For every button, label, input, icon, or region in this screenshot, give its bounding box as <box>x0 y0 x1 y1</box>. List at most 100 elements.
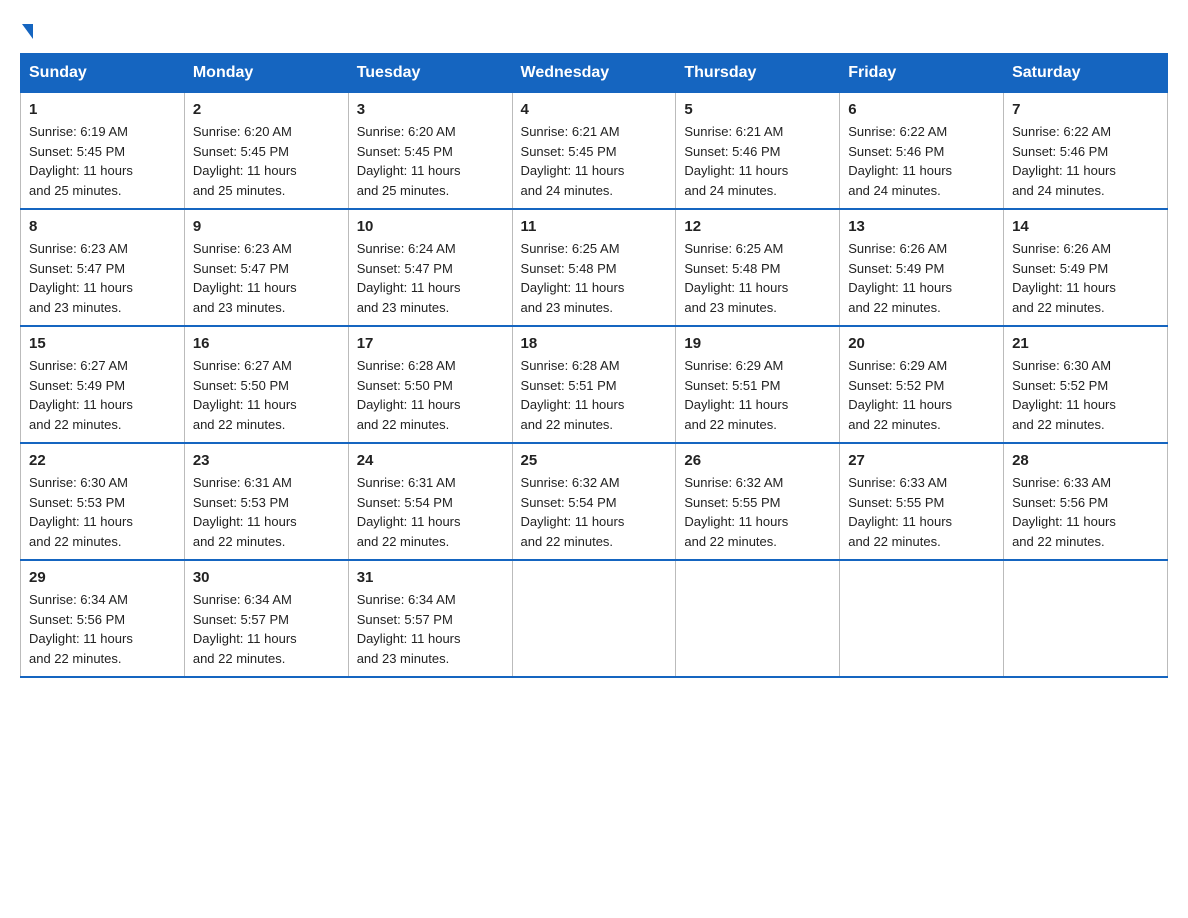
day-info: Sunrise: 6:21 AMSunset: 5:45 PMDaylight:… <box>521 122 668 200</box>
day-info: Sunrise: 6:31 AMSunset: 5:54 PMDaylight:… <box>357 473 504 551</box>
header-thursday: Thursday <box>676 54 840 93</box>
day-info: Sunrise: 6:30 AMSunset: 5:53 PMDaylight:… <box>29 473 176 551</box>
day-info: Sunrise: 6:19 AMSunset: 5:45 PMDaylight:… <box>29 122 176 200</box>
logo <box>20 20 33 33</box>
day-number: 18 <box>521 335 668 352</box>
calendar-cell: 17 Sunrise: 6:28 AMSunset: 5:50 PMDayligh… <box>348 326 512 443</box>
day-number: 31 <box>357 569 504 586</box>
day-number: 1 <box>29 101 176 118</box>
day-number: 14 <box>1012 218 1159 235</box>
day-number: 12 <box>684 218 831 235</box>
day-info: Sunrise: 6:27 AMSunset: 5:49 PMDaylight:… <box>29 356 176 434</box>
day-info: Sunrise: 6:26 AMSunset: 5:49 PMDaylight:… <box>848 239 995 317</box>
day-info: Sunrise: 6:20 AMSunset: 5:45 PMDaylight:… <box>193 122 340 200</box>
calendar-header-row: Sunday Monday Tuesday Wednesday Thursday… <box>21 54 1168 93</box>
calendar-cell: 8Sunrise: 6:23 AMSunset: 5:47 PMDaylight… <box>21 209 185 326</box>
calendar-cell: 29Sunrise: 6:34 AMSunset: 5:56 PMDayligh… <box>21 560 185 677</box>
calendar-cell: 31 Sunrise: 6:34 AMSunset: 5:57 PMDayligh… <box>348 560 512 677</box>
day-info: Sunrise: 6:21 AMSunset: 5:46 PMDaylight:… <box>684 122 831 200</box>
day-info: Sunrise: 6:27 AMSunset: 5:50 PMDaylight:… <box>193 356 340 434</box>
calendar-cell: 10 Sunrise: 6:24 AMSunset: 5:47 PMDayligh… <box>348 209 512 326</box>
calendar-cell: 4 Sunrise: 6:21 AMSunset: 5:45 PMDaylight… <box>512 93 676 210</box>
day-number: 11 <box>521 218 668 235</box>
page-header <box>20 20 1168 33</box>
header-tuesday: Tuesday <box>348 54 512 93</box>
day-info: Sunrise: 6:28 AMSunset: 5:50 PMDaylight:… <box>357 356 504 434</box>
calendar-table: Sunday Monday Tuesday Wednesday Thursday… <box>20 53 1168 678</box>
day-number: 27 <box>848 452 995 469</box>
calendar-cell: 16 Sunrise: 6:27 AMSunset: 5:50 PMDayligh… <box>184 326 348 443</box>
header-sunday: Sunday <box>21 54 185 93</box>
calendar-cell <box>840 560 1004 677</box>
calendar-cell: 26 Sunrise: 6:32 AMSunset: 5:55 PMDayligh… <box>676 443 840 560</box>
day-info: Sunrise: 6:29 AMSunset: 5:51 PMDaylight:… <box>684 356 831 434</box>
day-number: 22 <box>29 452 176 469</box>
day-info: Sunrise: 6:22 AMSunset: 5:46 PMDaylight:… <box>848 122 995 200</box>
day-info: Sunrise: 6:24 AMSunset: 5:47 PMDaylight:… <box>357 239 504 317</box>
day-number: 19 <box>684 335 831 352</box>
header-saturday: Saturday <box>1004 54 1168 93</box>
calendar-cell: 25Sunrise: 6:32 AMSunset: 5:54 PMDayligh… <box>512 443 676 560</box>
day-number: 26 <box>684 452 831 469</box>
day-number: 16 <box>193 335 340 352</box>
calendar-cell: 18 Sunrise: 6:28 AMSunset: 5:51 PMDayligh… <box>512 326 676 443</box>
day-number: 15 <box>29 335 176 352</box>
day-number: 24 <box>357 452 504 469</box>
calendar-week-row: 15 Sunrise: 6:27 AMSunset: 5:49 PMDayligh… <box>21 326 1168 443</box>
calendar-cell: 22 Sunrise: 6:30 AMSunset: 5:53 PMDayligh… <box>21 443 185 560</box>
day-info: Sunrise: 6:31 AMSunset: 5:53 PMDaylight:… <box>193 473 340 551</box>
day-info: Sunrise: 6:26 AMSunset: 5:49 PMDaylight:… <box>1012 239 1159 317</box>
day-info: Sunrise: 6:33 AMSunset: 5:56 PMDaylight:… <box>1012 473 1159 551</box>
header-monday: Monday <box>184 54 348 93</box>
calendar-cell <box>1004 560 1168 677</box>
logo-arrow-icon <box>22 24 33 39</box>
day-number: 6 <box>848 101 995 118</box>
day-number: 17 <box>357 335 504 352</box>
day-number: 10 <box>357 218 504 235</box>
calendar-cell: 1 Sunrise: 6:19 AMSunset: 5:45 PMDaylight… <box>21 93 185 210</box>
calendar-week-row: 29Sunrise: 6:34 AMSunset: 5:56 PMDayligh… <box>21 560 1168 677</box>
day-info: Sunrise: 6:34 AMSunset: 5:56 PMDaylight:… <box>29 590 176 668</box>
calendar-cell: 9 Sunrise: 6:23 AMSunset: 5:47 PMDaylight… <box>184 209 348 326</box>
header-wednesday: Wednesday <box>512 54 676 93</box>
calendar-cell: 14 Sunrise: 6:26 AMSunset: 5:49 PMDayligh… <box>1004 209 1168 326</box>
day-info: Sunrise: 6:28 AMSunset: 5:51 PMDaylight:… <box>521 356 668 434</box>
calendar-cell: 6 Sunrise: 6:22 AMSunset: 5:46 PMDaylight… <box>840 93 1004 210</box>
calendar-cell: 20Sunrise: 6:29 AMSunset: 5:52 PMDayligh… <box>840 326 1004 443</box>
calendar-cell <box>512 560 676 677</box>
calendar-cell: 21Sunrise: 6:30 AMSunset: 5:52 PMDayligh… <box>1004 326 1168 443</box>
calendar-cell: 30 Sunrise: 6:34 AMSunset: 5:57 PMDayligh… <box>184 560 348 677</box>
calendar-cell: 19 Sunrise: 6:29 AMSunset: 5:51 PMDayligh… <box>676 326 840 443</box>
day-number: 25 <box>521 452 668 469</box>
day-number: 2 <box>193 101 340 118</box>
day-number: 20 <box>848 335 995 352</box>
calendar-cell: 27 Sunrise: 6:33 AMSunset: 5:55 PMDayligh… <box>840 443 1004 560</box>
day-info: Sunrise: 6:20 AMSunset: 5:45 PMDaylight:… <box>357 122 504 200</box>
day-info: Sunrise: 6:30 AMSunset: 5:52 PMDaylight:… <box>1012 356 1159 434</box>
day-number: 5 <box>684 101 831 118</box>
day-number: 28 <box>1012 452 1159 469</box>
day-number: 30 <box>193 569 340 586</box>
calendar-cell: 11Sunrise: 6:25 AMSunset: 5:48 PMDayligh… <box>512 209 676 326</box>
calendar-cell: 3Sunrise: 6:20 AMSunset: 5:45 PMDaylight… <box>348 93 512 210</box>
day-info: Sunrise: 6:23 AMSunset: 5:47 PMDaylight:… <box>29 239 176 317</box>
calendar-cell: 12 Sunrise: 6:25 AMSunset: 5:48 PMDayligh… <box>676 209 840 326</box>
day-number: 9 <box>193 218 340 235</box>
calendar-cell: 28 Sunrise: 6:33 AMSunset: 5:56 PMDayligh… <box>1004 443 1168 560</box>
day-info: Sunrise: 6:25 AMSunset: 5:48 PMDaylight:… <box>684 239 831 317</box>
day-number: 7 <box>1012 101 1159 118</box>
day-info: Sunrise: 6:34 AMSunset: 5:57 PMDaylight:… <box>193 590 340 668</box>
calendar-week-row: 1 Sunrise: 6:19 AMSunset: 5:45 PMDaylight… <box>21 93 1168 210</box>
day-number: 4 <box>521 101 668 118</box>
day-info: Sunrise: 6:34 AMSunset: 5:57 PMDaylight:… <box>357 590 504 668</box>
calendar-week-row: 8Sunrise: 6:23 AMSunset: 5:47 PMDaylight… <box>21 209 1168 326</box>
day-number: 13 <box>848 218 995 235</box>
day-info: Sunrise: 6:22 AMSunset: 5:46 PMDaylight:… <box>1012 122 1159 200</box>
calendar-cell: 7 Sunrise: 6:22 AMSunset: 5:46 PMDaylight… <box>1004 93 1168 210</box>
day-info: Sunrise: 6:32 AMSunset: 5:55 PMDaylight:… <box>684 473 831 551</box>
day-info: Sunrise: 6:33 AMSunset: 5:55 PMDaylight:… <box>848 473 995 551</box>
calendar-cell: 2 Sunrise: 6:20 AMSunset: 5:45 PMDaylight… <box>184 93 348 210</box>
day-info: Sunrise: 6:23 AMSunset: 5:47 PMDaylight:… <box>193 239 340 317</box>
calendar-cell: 23Sunrise: 6:31 AMSunset: 5:53 PMDayligh… <box>184 443 348 560</box>
calendar-week-row: 22 Sunrise: 6:30 AMSunset: 5:53 PMDayligh… <box>21 443 1168 560</box>
